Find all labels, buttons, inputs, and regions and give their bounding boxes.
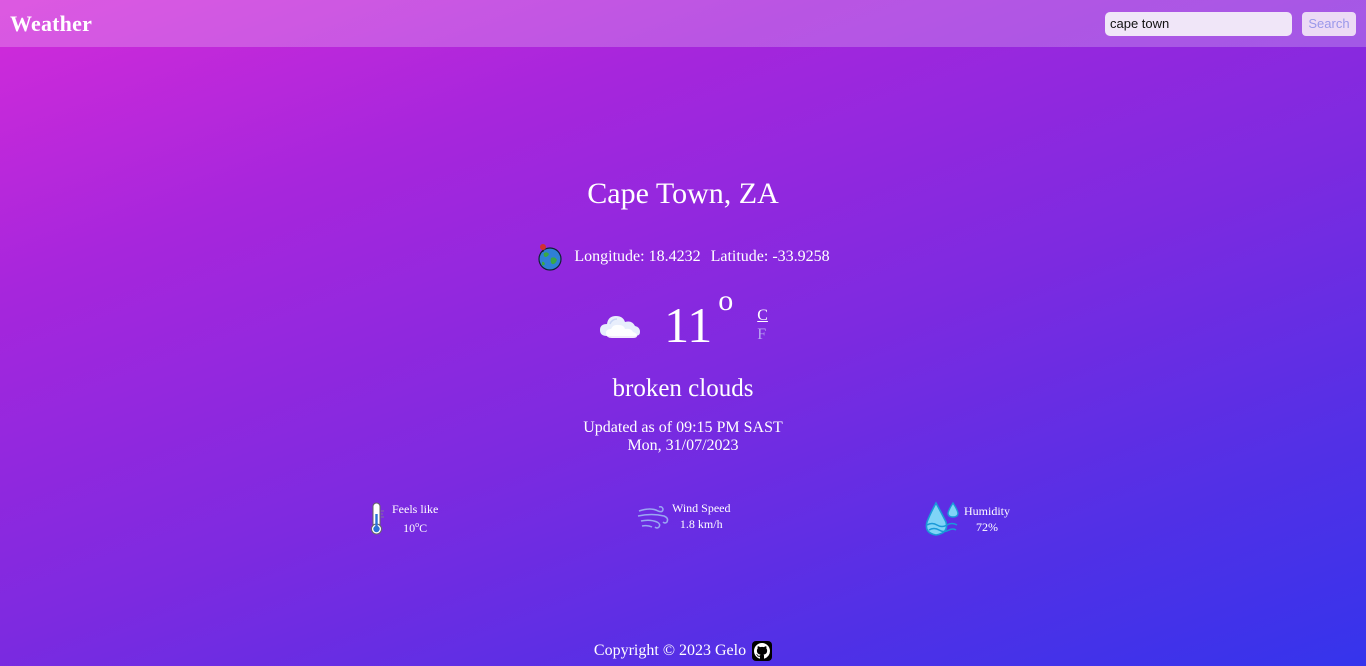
wind-speed-label: Wind Speed [672, 501, 731, 515]
longitude-value: 18.4232 [648, 248, 701, 265]
updated-info: Updated as of 09:15 PM SAST Mon, 31/07/2… [0, 419, 1366, 455]
coordinates: Longitude: 18.4232 Latitude: -33.9258 [0, 242, 1366, 272]
feels-like-label: Feels like [392, 501, 439, 516]
search-button[interactable]: Search [1302, 11, 1356, 36]
updated-date: Mon, 31/07/2023 [627, 437, 739, 454]
cloud-icon [598, 308, 642, 342]
search-input[interactable] [1105, 11, 1292, 36]
latitude-value: -33.9258 [772, 248, 830, 265]
feels-like-value: 10oC [403, 519, 428, 535]
wind-speed-stat: Wind Speed 1.8 km/h [636, 500, 731, 532]
unit-toggle: C F [757, 306, 768, 344]
search-bar: Search [1105, 11, 1356, 36]
wind-icon [636, 501, 670, 531]
thermometer-icon [364, 500, 390, 536]
app-header: Weather Search [0, 0, 1366, 47]
wind-speed-value: 1.8 km/h [679, 517, 723, 531]
footer: Copyright © 2023 Gelo [0, 641, 1366, 661]
water-drops-icon [922, 500, 962, 538]
temperature-row: 11 o C F [0, 284, 1366, 353]
humidity-value: 72% [976, 520, 998, 534]
longitude-label: Longitude: [574, 248, 645, 265]
unit-fahrenheit[interactable]: F [757, 325, 768, 344]
humidity-label: Humidity [964, 504, 1011, 518]
copyright-text: Copyright © 2023 Gelo [593, 642, 747, 659]
feels-like-text: Feels like 10oC [392, 501, 438, 536]
city-name: Cape Town, ZA [587, 177, 779, 210]
unit-celsius[interactable]: C [757, 306, 768, 325]
weather-description: broken clouds [612, 375, 754, 402]
humidity-text: Humidity 72% [964, 503, 1010, 535]
wind-speed-text: Wind Speed 1.8 km/h [672, 500, 731, 532]
feels-like-stat: Feels like 10oC [364, 500, 438, 536]
humidity-stat: Humidity 72% [922, 500, 1010, 538]
coordinate-values: Longitude: 18.4232 Latitude: -33.9258 [574, 248, 829, 266]
github-icon[interactable] [752, 641, 773, 661]
updated-time: Updated as of 09:15 PM SAST [583, 419, 783, 436]
degree-symbol: o [718, 284, 734, 317]
app-title: Weather [10, 10, 93, 36]
latitude-label: Latitude: [710, 248, 769, 265]
globe-icon [536, 242, 564, 272]
temperature-value: 11 o [664, 284, 734, 353]
